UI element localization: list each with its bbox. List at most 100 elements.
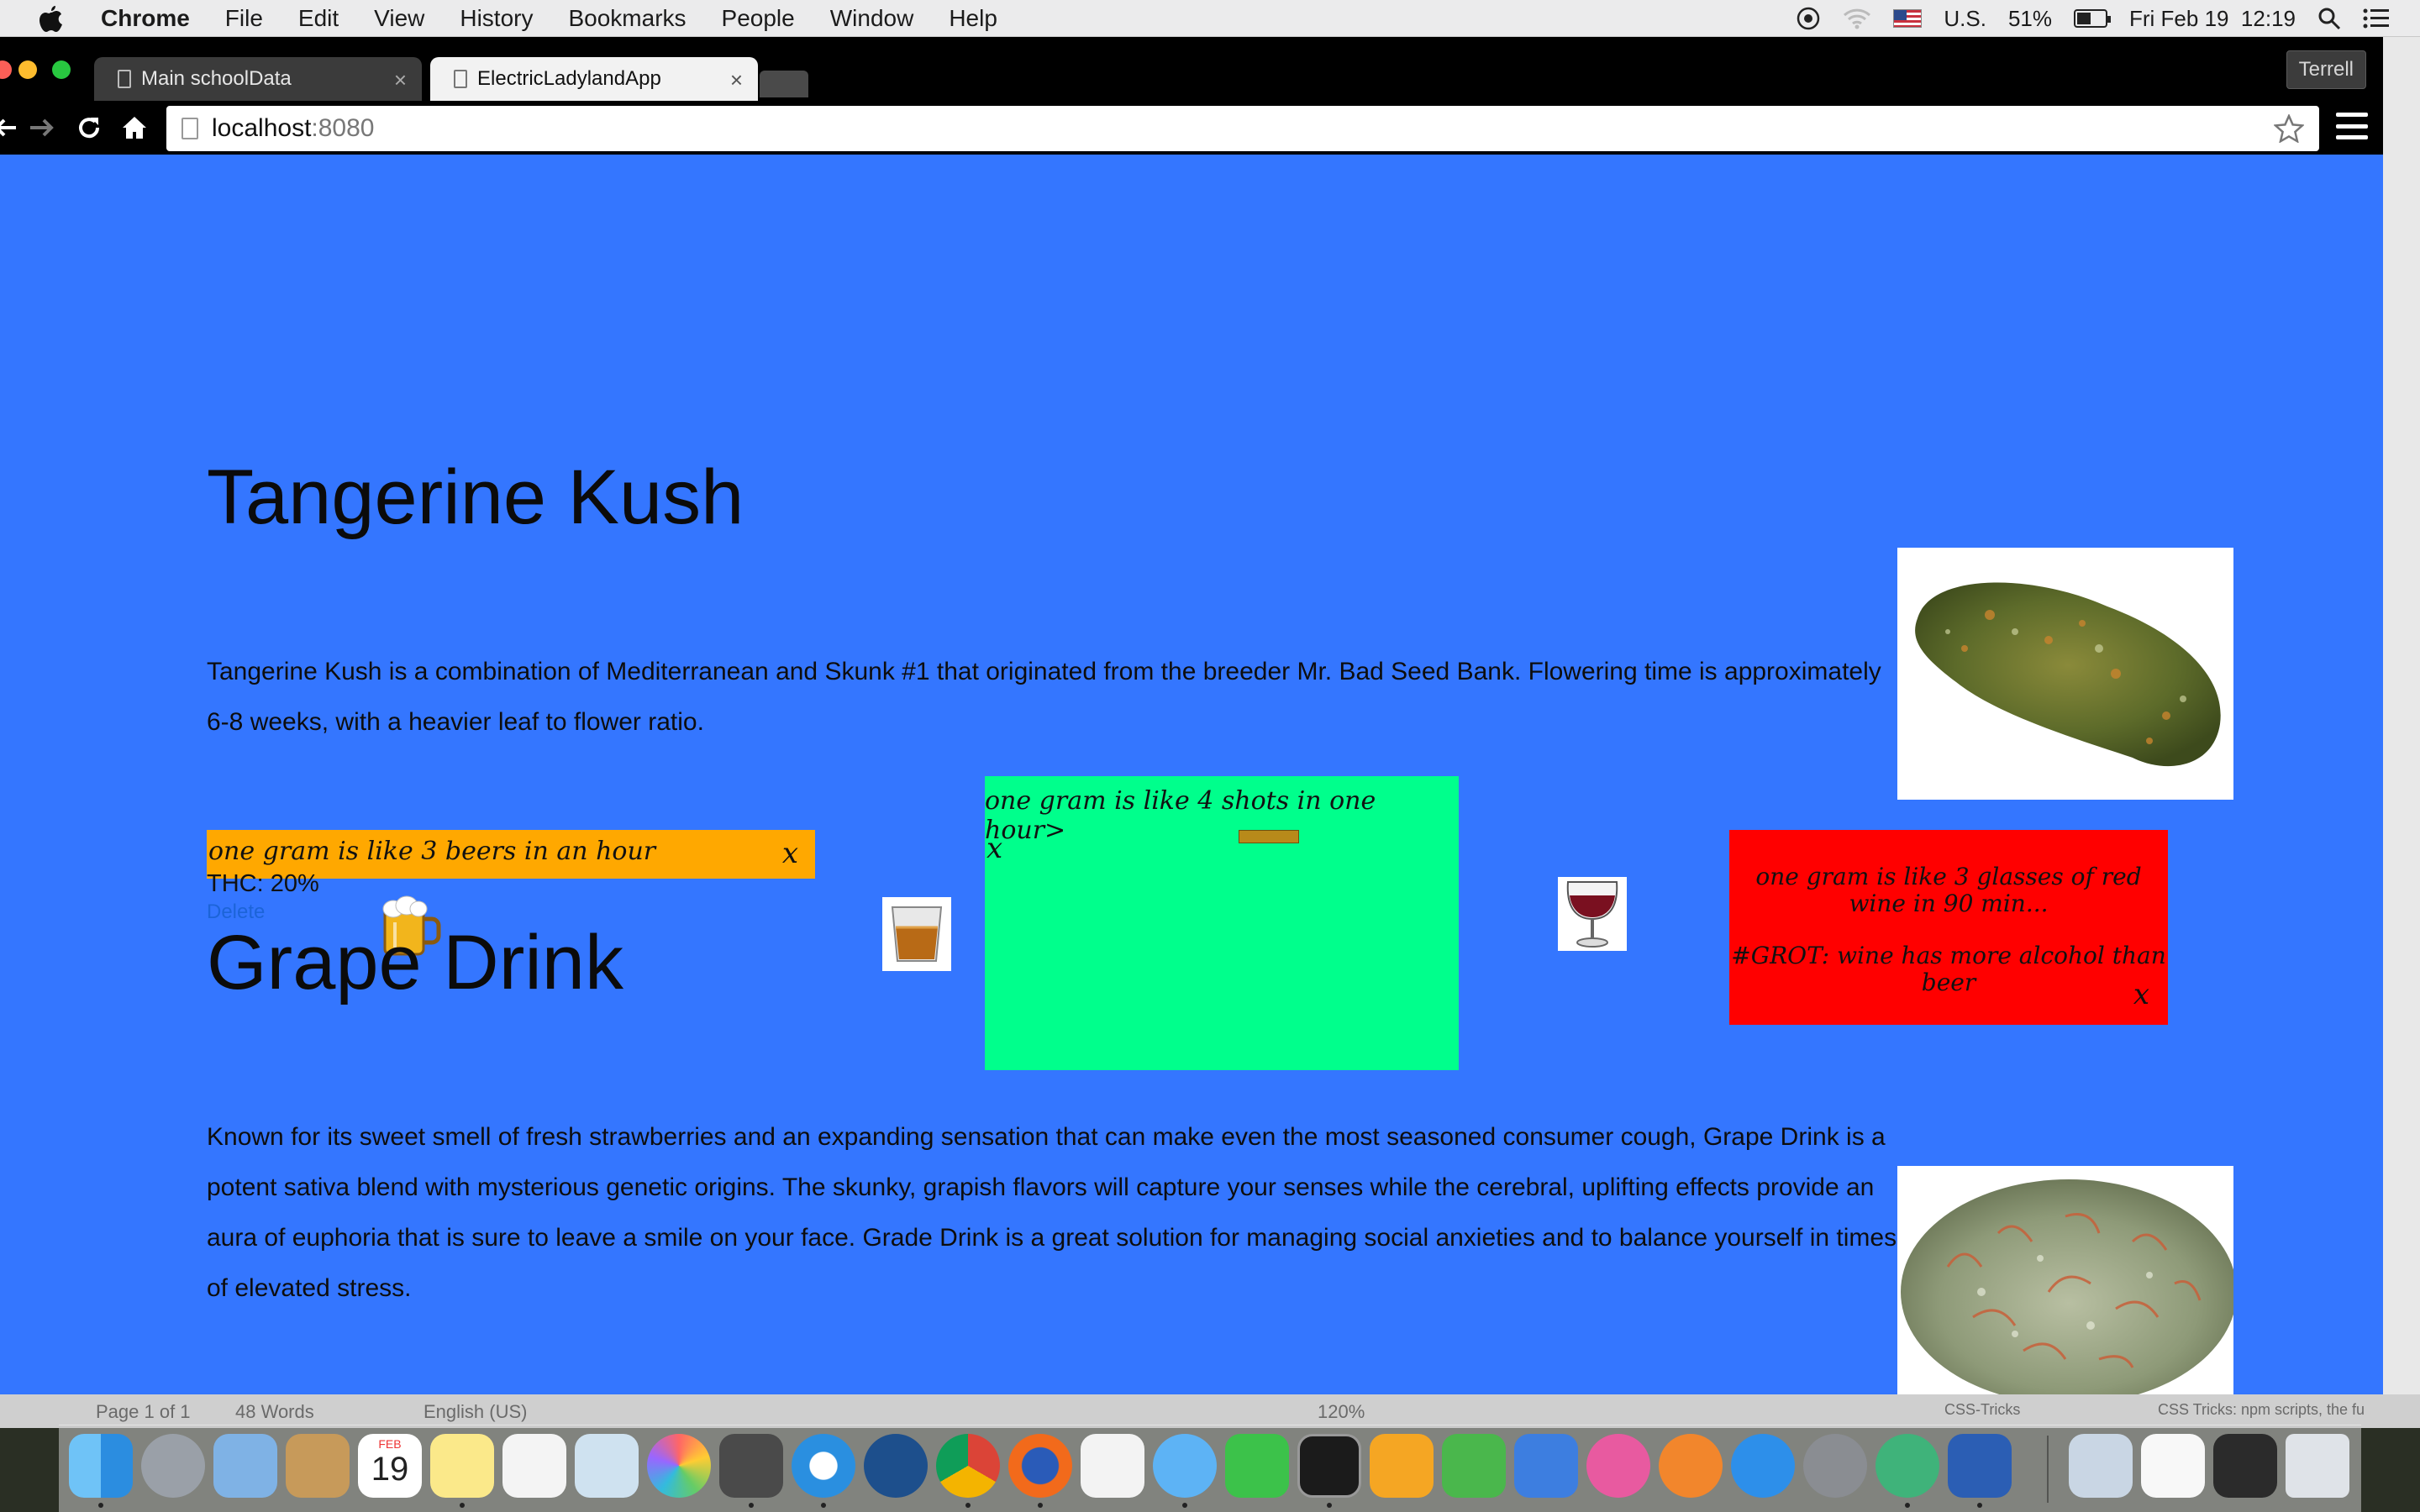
photos-icon[interactable] <box>647 1434 711 1498</box>
finder-icon[interactable] <box>69 1434 133 1498</box>
tab-electricladylandapp[interactable]: ElectricLadylandApp × <box>430 57 758 101</box>
menu-bar: Chrome File Edit View History Bookmarks … <box>0 0 2420 37</box>
trash-icon[interactable] <box>2286 1434 2349 1498</box>
running-indicator <box>749 1503 754 1508</box>
input-source-label[interactable]: U.S. <box>1944 6 1986 32</box>
word-page-count: Page 1 of 1 <box>96 1401 191 1422</box>
running-indicator <box>1327 1503 1332 1508</box>
broken-image-icon <box>1239 830 1299 843</box>
dock: FEB 19 <box>59 1425 2361 1512</box>
menu-clock[interactable]: Fri Feb 19 12:19 <box>2129 6 2296 32</box>
calendar-icon[interactable]: FEB 19 <box>358 1434 422 1498</box>
menu-help[interactable]: Help <box>949 5 997 32</box>
battery-icon[interactable] <box>2074 9 2111 28</box>
description-line: 6-8 weeks, with a heavier leaf to flower… <box>207 708 704 736</box>
screen-share-icon[interactable] <box>1796 6 1821 31</box>
firefox-icon[interactable] <box>1008 1434 1072 1498</box>
app-store-icon[interactable] <box>1731 1434 1795 1498</box>
bookmark-star-icon[interactable] <box>2274 114 2304 143</box>
menu-view[interactable]: View <box>374 5 424 32</box>
window-zoom-button[interactable] <box>52 60 71 79</box>
battery-percent[interactable]: 51% <box>2008 6 2052 32</box>
popup-text: one gram is like 4 shots in one hour> <box>985 786 1376 845</box>
menu-app-name[interactable]: Chrome <box>101 5 190 32</box>
document-icon[interactable] <box>2141 1434 2205 1498</box>
wine-glass-icon[interactable] <box>1558 877 1627 951</box>
running-indicator <box>460 1503 465 1508</box>
screenshot-icon[interactable] <box>2213 1434 2277 1498</box>
wifi-icon[interactable] <box>1843 8 1871 29</box>
numbers-icon[interactable] <box>1442 1434 1506 1498</box>
running-indicator <box>1977 1503 1982 1508</box>
notification-center-icon[interactable] <box>2363 8 2390 29</box>
apple-menu-icon[interactable] <box>34 4 67 33</box>
shot-glass-icon[interactable] <box>882 897 951 971</box>
window-minimize-button[interactable] <box>18 60 37 79</box>
url-host: localhost <box>212 114 312 142</box>
menu-people[interactable]: People <box>722 5 795 32</box>
keynote-icon[interactable] <box>1514 1434 1578 1498</box>
page-icon <box>118 70 131 88</box>
new-tab-button[interactable] <box>760 71 808 97</box>
address-bar[interactable]: localhost:8080 <box>166 106 2319 151</box>
description-line: Tangerine Kush is a combination of Medit… <box>207 658 1881 685</box>
tab-close-icon[interactable]: × <box>394 67 407 93</box>
home-button[interactable] <box>114 108 155 148</box>
tab-main-schooldata[interactable]: Main schoolData × <box>94 57 422 101</box>
chrome-menu-button[interactable] <box>2336 113 2368 139</box>
quicktime-icon[interactable] <box>864 1434 928 1498</box>
background-tab-title: CSS-Tricks <box>1944 1401 2021 1418</box>
popup-close-button[interactable]: x <box>782 837 798 870</box>
running-indicator <box>965 1503 971 1508</box>
chrome-icon[interactable] <box>936 1434 1000 1498</box>
tab-close-icon[interactable]: × <box>730 67 743 93</box>
popup-close-button[interactable]: x <box>986 832 1002 865</box>
browser-toolbar: localhost:8080 <box>0 101 2383 155</box>
system-preferences-icon[interactable] <box>1803 1434 1867 1498</box>
word-word-count: 48 Words <box>235 1401 314 1422</box>
description-line: aura of euphoria that is sure to leave a… <box>207 1224 1897 1252</box>
ibooks-icon[interactable] <box>1659 1434 1723 1498</box>
shots-comparison-popup: one gram is like 4 shots in one hour> x <box>985 776 1459 1070</box>
menu-window[interactable]: Window <box>830 5 914 32</box>
window-close-button[interactable] <box>0 60 12 79</box>
facetime-icon[interactable] <box>1225 1434 1289 1498</box>
notes-icon[interactable] <box>430 1434 494 1498</box>
sublime-text-icon[interactable] <box>719 1434 783 1498</box>
reminders-icon[interactable] <box>502 1434 566 1498</box>
pages-icon[interactable] <box>1370 1434 1434 1498</box>
description-line: Known for its sweet smell of fresh straw… <box>207 1123 1886 1151</box>
safari-icon[interactable] <box>792 1434 855 1498</box>
contacts-icon[interactable] <box>286 1434 350 1498</box>
menu-edit[interactable]: Edit <box>298 5 339 32</box>
reload-button[interactable] <box>69 108 109 148</box>
preview-icon[interactable] <box>575 1434 639 1498</box>
popup-note: #GROT: wine has more alcohol than beer <box>1731 942 2166 996</box>
messages-icon[interactable] <box>1153 1434 1217 1498</box>
page-icon <box>454 70 467 88</box>
forward-button[interactable] <box>22 108 62 148</box>
strain-description: Known for its sweet smell of fresh straw… <box>207 1112 1897 1314</box>
menu-bookmarks[interactable]: Bookmarks <box>568 5 686 32</box>
atom-icon[interactable] <box>1876 1434 1939 1498</box>
strain-photo <box>1897 548 2233 800</box>
terminal-icon[interactable] <box>1297 1434 1361 1498</box>
background-window-edge <box>2383 37 2420 1394</box>
profile-button[interactable]: Terrell <box>2286 50 2366 89</box>
page-info-icon[interactable] <box>182 118 198 139</box>
popup-close-button[interactable]: x <box>2133 980 2149 1009</box>
app-grid-icon[interactable] <box>1081 1434 1144 1498</box>
running-indicator <box>1038 1503 1043 1508</box>
itunes-icon[interactable] <box>1586 1434 1650 1498</box>
tab-title: Main schoolData <box>141 67 292 90</box>
spotlight-search-icon[interactable] <box>2317 7 2341 30</box>
us-flag-icon[interactable] <box>1893 9 1923 28</box>
mail-icon[interactable] <box>213 1434 277 1498</box>
launchpad-icon[interactable] <box>141 1434 205 1498</box>
calendar-month: FEB <box>378 1437 402 1451</box>
word-icon[interactable] <box>1948 1434 2012 1498</box>
menu-history[interactable]: History <box>460 5 533 32</box>
downloads-icon[interactable] <box>2069 1434 2133 1498</box>
strain-photo <box>1897 1166 2237 1394</box>
menu-file[interactable]: File <box>225 5 263 32</box>
